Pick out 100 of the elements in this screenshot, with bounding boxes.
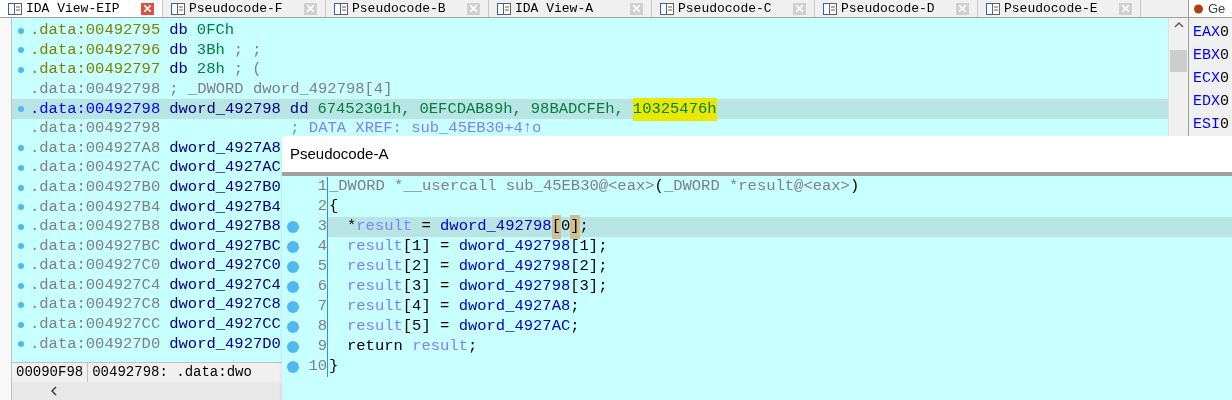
- code-token: _DWORD *__usercall sub_45EB30@<eax>: [329, 176, 655, 198]
- code-token: dword_4927AC: [169, 157, 281, 179]
- code-token: result: [356, 216, 413, 238]
- disassembly-line[interactable]: .data:004927C8 dword_4927C8: [12, 295, 281, 315]
- code-token: ;: [579, 216, 589, 238]
- code-line[interactable]: return result;: [328, 337, 1232, 357]
- code-token: 3Bh: [196, 39, 225, 61]
- code-token: 67452301h,: [317, 98, 411, 120]
- document-icon: [986, 2, 1000, 15]
- scrollbar-thumb[interactable]: [1170, 50, 1187, 72]
- register-name: EAX: [1193, 23, 1220, 44]
- line-number: 5: [316, 256, 327, 278]
- code-token: dword_4927A8: [169, 137, 281, 159]
- code-token: [3] =: [402, 276, 451, 298]
- line-number: 7: [316, 296, 327, 318]
- scroll-left-icon[interactable]: [50, 386, 57, 396]
- disassembly-line[interactable]: .data:004927CC dword_4927CC: [12, 314, 281, 335]
- register-name: ESI: [1193, 115, 1220, 136]
- code-token: dword_4927B8: [169, 216, 281, 238]
- scroll-up-icon[interactable]: [1173, 22, 1184, 28]
- code-token: dword_4927BC: [169, 235, 281, 257]
- window-title: Pseudocode-A: [290, 143, 389, 164]
- disassembly-line[interactable]: .data:004927D0 dword_4927D0: [12, 334, 281, 355]
- disassembly-line[interactable]: .data:004927BC dword_4927BC: [12, 236, 281, 257]
- address: .data:00492798: [30, 118, 161, 140]
- document-icon: [334, 2, 348, 15]
- code-token: dword_4927C8: [169, 294, 281, 316]
- disassembly-line[interactable]: .data:004927C0 dword_4927C0: [12, 256, 281, 276]
- code-line[interactable]: result[4] = dword_4927A8;: [328, 297, 1232, 317]
- close-icon[interactable]: [141, 2, 154, 15]
- code-token: 0: [560, 216, 571, 238]
- code-token: dword_492798: [458, 276, 571, 298]
- disassembly-line[interactable]: .data:00492797 db 28h ; (: [12, 60, 262, 80]
- code-token: ; ;: [233, 39, 262, 61]
- code-token: return: [347, 336, 404, 358]
- panel-title: Ge: [1208, 2, 1226, 15]
- code-token: {: [329, 196, 339, 218]
- disassembly-line[interactable]: .data:004927B4 dword_4927B4: [12, 197, 281, 217]
- code-token: [2];: [570, 256, 608, 278]
- address: .data:004927CC: [30, 314, 161, 336]
- code-line[interactable]: _DWORD *__usercall sub_45EB30@<eax>(_DWORD *result@<eax>): [328, 177, 1232, 197]
- address: .data:004927C4: [30, 274, 161, 296]
- disassembly-line[interactable]: .data:004927B8 dword_4927B8: [12, 216, 281, 237]
- code-token: 0FCh: [196, 20, 235, 42]
- code-token: [1];: [570, 236, 608, 258]
- code-token: ; _DWORD dword_492798[4]: [169, 78, 393, 100]
- code-token: ;: [570, 296, 580, 318]
- code-token: ;: [570, 316, 580, 338]
- address: .data:004927B0: [30, 176, 161, 198]
- address: .data:004927AC: [30, 157, 161, 179]
- address: .data:004927B4: [30, 196, 161, 218]
- code-token: dword_492798: [169, 98, 281, 120]
- code-token: 28h: [196, 59, 225, 81]
- document-icon: [171, 2, 185, 15]
- address: .data:004927C8: [30, 294, 161, 316]
- code-line[interactable]: result[1] = dword_492798[1];: [328, 237, 1232, 257]
- code-token: =: [420, 216, 432, 238]
- code-token: dword_4927B4: [169, 196, 281, 218]
- address: .data:00492797: [30, 59, 161, 81]
- code-line[interactable]: result[2] = dword_492798[2];: [328, 257, 1232, 277]
- code-token: db: [169, 59, 188, 81]
- line-number: 9: [316, 336, 327, 358]
- code-token: [3];: [570, 276, 608, 298]
- code-line[interactable]: {: [328, 197, 1232, 217]
- code-token: dword_4927D0: [169, 333, 281, 355]
- code-token: (: [654, 176, 664, 198]
- disassembly-line[interactable]: .data:004927C4 dword_4927C4: [12, 275, 281, 296]
- disassembly-line[interactable]: .data:00492796 db 3Bh ; ;: [12, 40, 262, 61]
- code-token: result: [347, 316, 403, 338]
- line-number: 6: [316, 276, 327, 298]
- document-icon: [823, 2, 837, 15]
- address: .data:00492796: [30, 39, 161, 61]
- code-line[interactable]: result[5] = dword_4927AC;: [328, 317, 1232, 337]
- code-token: result: [347, 236, 403, 258]
- code-token: dd: [289, 98, 309, 120]
- register-value: 0: [1220, 23, 1230, 44]
- tab[interactable]: IDA View-EIP: [0, 0, 163, 17]
- address: .data:004927A8: [30, 137, 161, 159]
- disassembly-line[interactable]: .data:004927A8 dword_4927A8: [12, 138, 281, 159]
- code-token: ;: [467, 336, 478, 358]
- code-token: [: [551, 215, 561, 239]
- code-token: dword_4927C4: [169, 274, 281, 296]
- code-line[interactable]: }: [328, 357, 1232, 377]
- code-token: ]: [570, 215, 580, 239]
- disassembly-line[interactable]: .data:004927AC dword_4927AC: [12, 158, 281, 178]
- document-icon: [497, 2, 511, 15]
- register-value: 0: [1220, 92, 1230, 113]
- address: .data:004927B8: [30, 216, 161, 238]
- code-line[interactable]: result[3] = dword_492798[3];: [328, 277, 1232, 297]
- disassembly-line[interactable]: .data:00492798 ; DATA XREF: sub_45EB30+4↑o: [12, 118, 542, 139]
- code-token: dword_4927A8: [458, 296, 571, 318]
- code-token: result: [412, 336, 468, 358]
- disassembly-line[interactable]: .data:004927B0 dword_4927B0: [12, 177, 281, 198]
- code-token: dword_4927B0: [169, 176, 281, 198]
- address: .data:004927C0: [30, 255, 161, 277]
- disassembly-line[interactable]: .data:00492798 ; _DWORD dword_492798[4]: [12, 79, 393, 100]
- line-number: 8: [316, 316, 327, 338]
- code-token: }: [329, 356, 339, 378]
- code-token: ; DATA XREF: sub_45EB30+4↑o: [290, 118, 542, 140]
- disassembly-line[interactable]: .data:00492795 db 0FCh: [12, 21, 235, 41]
